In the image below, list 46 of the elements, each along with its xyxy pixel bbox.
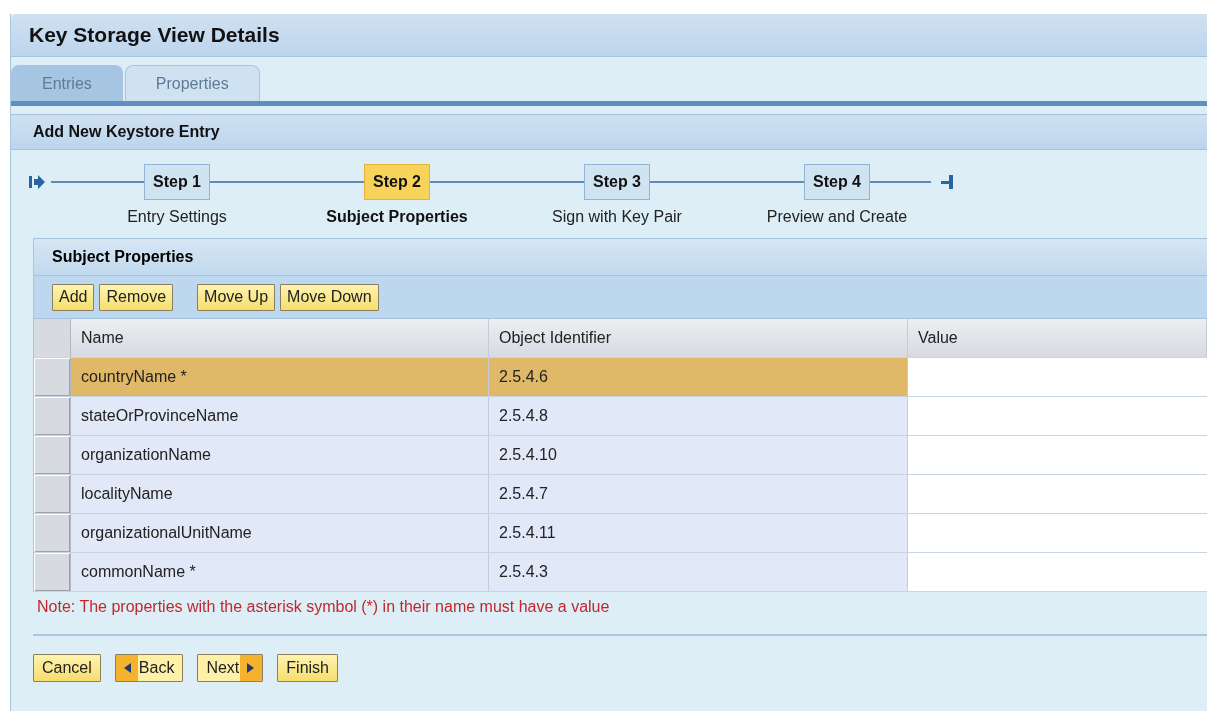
toolbar-button[interactable]: Move Up bbox=[197, 283, 276, 311]
arrow-left-icon bbox=[123, 663, 131, 673]
step-caption: Subject Properties bbox=[326, 208, 468, 226]
toolbar-button[interactable]: Add bbox=[52, 283, 95, 311]
step-button[interactable]: Step 3 bbox=[584, 164, 650, 200]
row-selector[interactable] bbox=[34, 553, 71, 591]
column-header: Value bbox=[908, 319, 1207, 357]
wizard-button[interactable]: Finish bbox=[277, 654, 338, 682]
roadmap-start-icon bbox=[29, 175, 45, 189]
step-caption: Preview and Create bbox=[766, 208, 908, 226]
table-cell: organizationalUnitName bbox=[71, 514, 489, 552]
table-cell: 2.5.4.10 bbox=[489, 436, 908, 474]
toolbar-button[interactable]: Move Down bbox=[280, 283, 379, 311]
column-header: Name bbox=[71, 319, 489, 357]
column-header: Object Identifier bbox=[489, 319, 908, 357]
table-cell: commonName * bbox=[71, 553, 489, 591]
note-text: Note: The properties with the asterisk symbol (*) in their name must have a value bbox=[36, 597, 611, 617]
table-cell: localityName bbox=[71, 475, 489, 513]
step-caption: Sign with Key Pair bbox=[552, 208, 682, 226]
header-cell bbox=[34, 319, 71, 357]
row-selector[interactable] bbox=[34, 358, 71, 396]
roadmap-end-icon bbox=[941, 175, 953, 189]
wizard-button[interactable]: Back bbox=[114, 654, 184, 682]
row-selector[interactable] bbox=[34, 397, 71, 435]
wizard-button[interactable]: Next bbox=[197, 654, 264, 682]
step-button[interactable]: Step 2 bbox=[364, 164, 430, 200]
wizard-button[interactable]: Cancel bbox=[33, 654, 101, 682]
table-cell: 2.5.4.6 bbox=[489, 358, 908, 396]
table-cell: 2.5.4.8 bbox=[489, 397, 908, 435]
table-cell: 2.5.4.11 bbox=[489, 514, 908, 552]
table-cell: stateOrProvinceName bbox=[71, 397, 489, 435]
table-cell: countryName * bbox=[71, 358, 489, 396]
step-caption: Entry Settings bbox=[127, 208, 227, 226]
section-title: Add New Keystore Entry bbox=[33, 123, 220, 141]
arrow-right-icon bbox=[247, 663, 255, 673]
window-title: Key Storage View Details bbox=[29, 23, 280, 47]
row-selector[interactable] bbox=[34, 514, 71, 552]
step-button[interactable]: Step 1 bbox=[144, 164, 210, 200]
table-cell: organizationName bbox=[71, 436, 489, 474]
panel-title: Subject Properties bbox=[52, 248, 194, 266]
table-cell: 2.5.4.7 bbox=[489, 475, 908, 513]
toolbar-button[interactable]: Remove bbox=[99, 283, 174, 311]
step-button[interactable]: Step 4 bbox=[804, 164, 870, 200]
row-selector[interactable] bbox=[34, 475, 71, 513]
row-selector[interactable] bbox=[34, 436, 71, 474]
table-cell: 2.5.4.3 bbox=[489, 553, 908, 591]
